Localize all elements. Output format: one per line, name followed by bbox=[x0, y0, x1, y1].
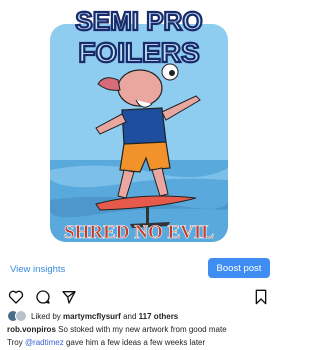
likes-summary[interactable]: Liked by martymcflysurf and 117 others bbox=[7, 310, 178, 322]
caption-line1: rob.vonpiros So stoked with my new artwo… bbox=[7, 325, 227, 334]
post-image[interactable]: SEMI PRO FOILERS SHRED NO EVIL bbox=[0, 0, 280, 253]
liked-user[interactable]: martymcflysurf bbox=[63, 312, 121, 321]
view-insights-link[interactable]: View insights bbox=[10, 264, 65, 275]
liked-and: and bbox=[123, 311, 137, 321]
share-icon[interactable] bbox=[61, 289, 77, 305]
heart-icon[interactable] bbox=[8, 289, 24, 305]
surf-artwork: SEMI PRO FOILERS SHRED NO EVIL bbox=[50, 5, 228, 243]
bookmark-icon[interactable] bbox=[254, 289, 268, 305]
liked-prefix: Liked by bbox=[31, 311, 61, 321]
post-actions bbox=[0, 289, 280, 307]
liker-avatar bbox=[15, 310, 27, 322]
boost-post-button[interactable]: Boost post bbox=[208, 258, 270, 278]
liked-others[interactable]: 117 others bbox=[139, 312, 179, 321]
caption-line2: Troy @radtimez gave him a few ideas a fe… bbox=[7, 338, 205, 347]
comment-icon[interactable] bbox=[35, 289, 51, 305]
artwork-slogan: SHRED NO EVIL bbox=[64, 222, 214, 243]
caption-text: So stoked with my new artwork from good … bbox=[58, 325, 227, 334]
caption-line2-suffix: gave him a few ideas a few weeks later bbox=[65, 338, 206, 347]
caption-mention[interactable]: @radtimez bbox=[25, 338, 64, 347]
artwork-title-line2: FOILERS bbox=[78, 37, 199, 68]
caption-line2-prefix: Troy bbox=[7, 338, 23, 347]
artwork-title-line1: SEMI PRO bbox=[75, 6, 202, 36]
caption-user[interactable]: rob.vonpiros bbox=[7, 325, 56, 334]
